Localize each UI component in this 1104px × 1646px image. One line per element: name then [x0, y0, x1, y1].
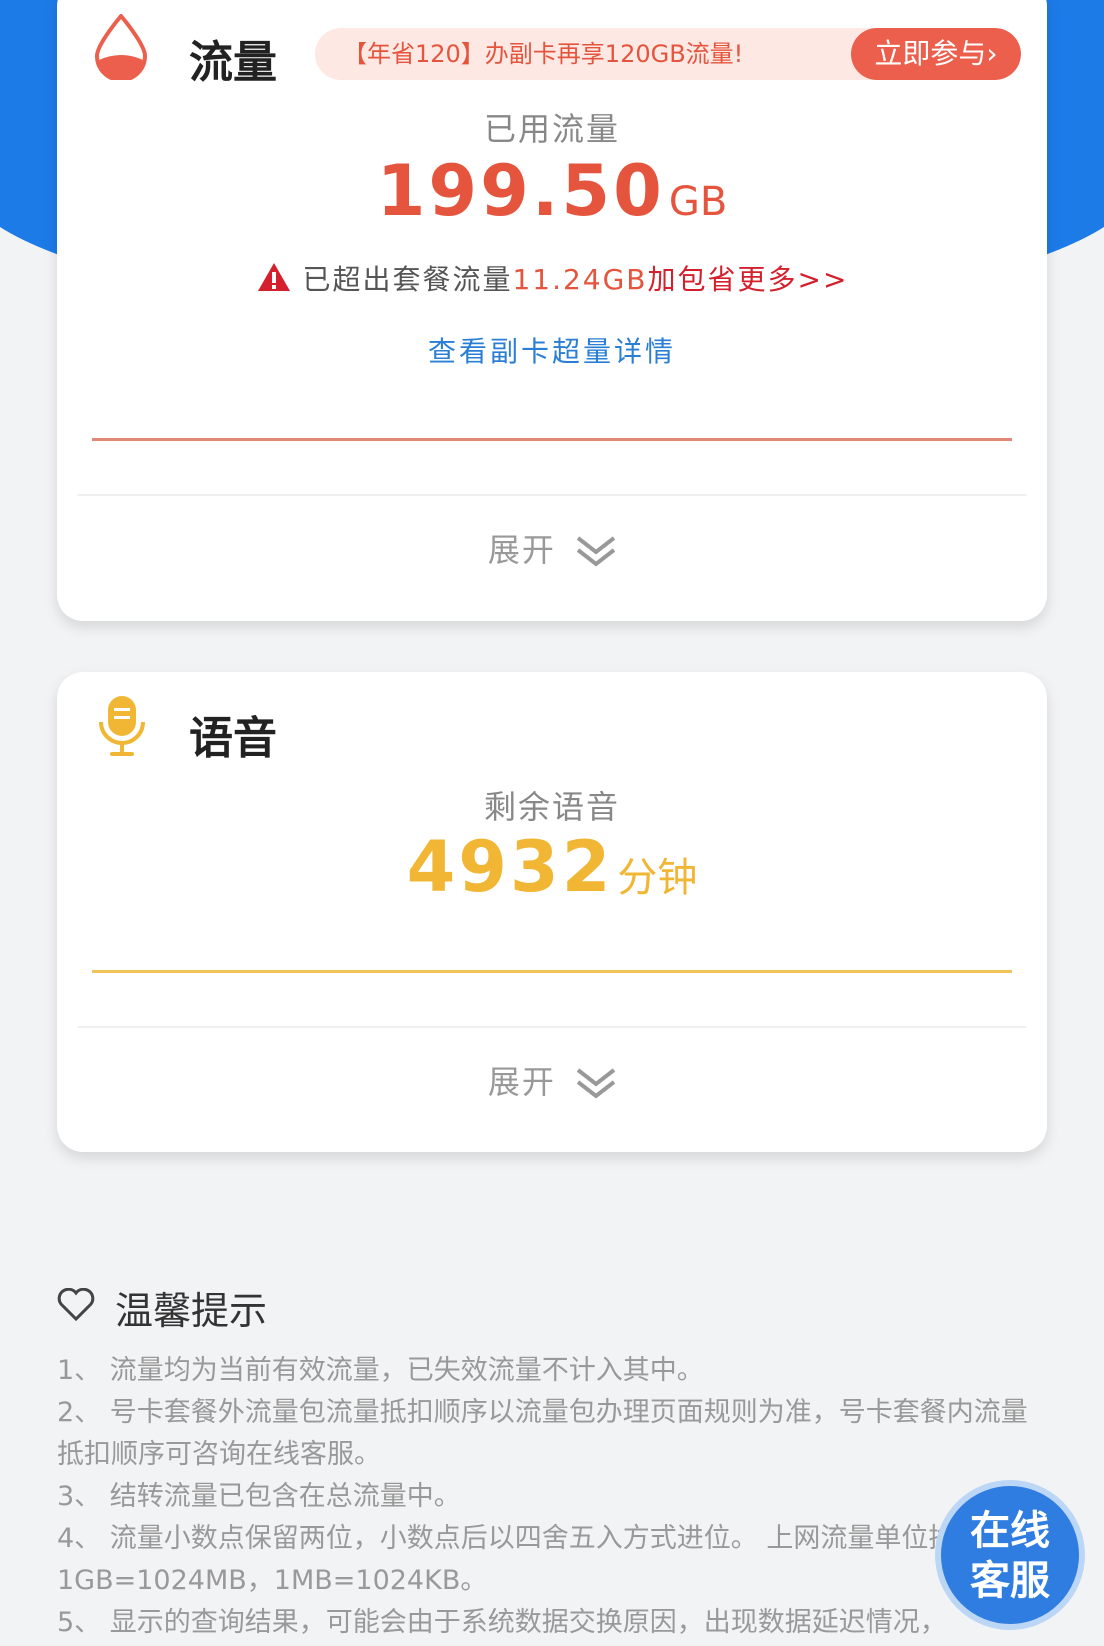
remaining-voice-value: 4932 [406, 826, 614, 908]
data-card-title: 流量 [189, 37, 277, 88]
online-service-button[interactable]: 在线 客服 [935, 1480, 1085, 1630]
join-now-button[interactable]: 立即参与› [851, 28, 1021, 80]
tip-item: 1、 流量均为当前有效流量，已失效流量不计入其中。 [57, 1355, 704, 1386]
warning-value: 11.24GB [512, 263, 648, 296]
expand-label: 展开 [487, 531, 556, 569]
promo-banner[interactable]: 【年省120】办副卡再享120GB流量! 立即参与› [315, 28, 1021, 80]
warning-text: 已超出套餐流量 [302, 263, 513, 296]
tip-item: 4、 流量小数点保留两位，小数点后以四舍五入方式进位。 上网流量单位换算：1GB… [57, 1523, 1010, 1596]
expand-label: 展开 [487, 1063, 556, 1101]
microphone-icon [97, 694, 147, 762]
voice-expand-button[interactable]: 展开 [57, 1057, 1047, 1103]
used-data-label: 已用流量 [483, 110, 620, 148]
promo-banner-text: 【年省120】办副卡再享120GB流量! [343, 40, 744, 68]
heart-icon [57, 1287, 95, 1326]
data-card-separator [77, 494, 1027, 496]
voice-card-separator [77, 1026, 1027, 1028]
data-usage-card: 流量 【年省120】办副卡再享120GB流量! 立即参与› 已用流量 199.5… [57, 0, 1047, 621]
warning-icon [256, 263, 303, 296]
tip-item: 5、 显示的查询结果，可能会由于系统数据交换原因，出现数据延迟情况， [57, 1607, 947, 1638]
service-line-1: 在线 [970, 1508, 1050, 1554]
remaining-voice-label: 剩余语音 [483, 788, 620, 826]
add-package-link[interactable]: 加包省更多>> [648, 263, 849, 296]
tip-item: 3、 结转流量已包含在总流量中。 [57, 1481, 461, 1512]
overage-warning: 已超出套餐流量11.24GB加包省更多>> [57, 258, 1047, 298]
data-expand-button[interactable]: 展开 [57, 525, 1047, 571]
chevron-down-icon [568, 531, 616, 569]
used-data-value: 199.50 [376, 150, 665, 232]
drop-icon [94, 12, 148, 84]
voice-card-divider [92, 970, 1012, 973]
tips-title: 温馨提示 [115, 1289, 268, 1333]
remaining-voice-unit: 分钟 [617, 855, 698, 901]
remaining-voice-amount: 4932 分钟 [57, 826, 1047, 908]
data-card-divider [92, 438, 1012, 441]
sub-card-overage-link[interactable]: 查看副卡超量详情 [57, 330, 1047, 370]
service-line-2: 客服 [970, 1558, 1050, 1604]
used-data-amount: 199.50 GB [57, 150, 1047, 232]
tips-list: 1、 流量均为当前有效流量，已失效流量不计入其中。 2、 号卡套餐外流量包流量抵… [57, 1350, 1047, 1644]
used-data-unit: GB [668, 179, 728, 225]
chevron-down-icon [568, 1063, 616, 1101]
voice-card-title: 语音 [189, 713, 277, 764]
tip-item: 2、 号卡套餐外流量包流量抵扣顺序以流量包办理页面规则为准，号卡套餐内流量抵扣顺… [57, 1397, 1028, 1470]
voice-card: 语音 剩余语音 4932 分钟 展开 [57, 672, 1047, 1152]
